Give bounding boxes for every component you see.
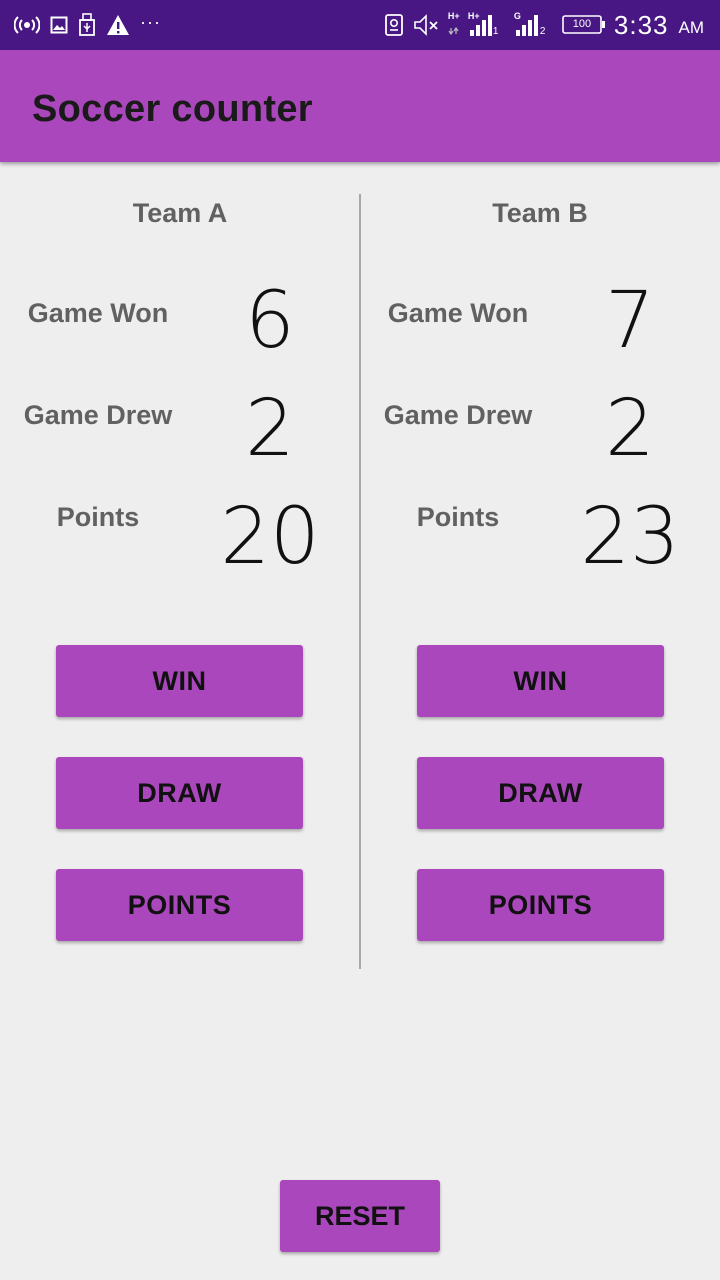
clock-time: 3:33 — [613, 9, 669, 40]
warning-icon — [106, 12, 130, 38]
team-a-drew-label: Game Drew — [23, 400, 173, 430]
team-b-name: Team B — [492, 198, 588, 228]
hotspot-icon — [14, 12, 40, 38]
team-a-won-value: 6 — [245, 276, 295, 366]
team-b-drew-label: Game Drew — [383, 400, 533, 430]
team-b-points-label: Points — [416, 502, 500, 532]
team-a-won-label: Game Won — [27, 298, 169, 328]
app-bar: Soccer counter — [0, 50, 720, 162]
team-b-won-value: 7 — [605, 276, 655, 366]
status-left-icons: ··· — [14, 12, 161, 38]
usb-icon — [78, 12, 96, 38]
signal-sim1-icon: H+ H+ 1 — [447, 11, 499, 38]
overflow-notifications: ··· — [140, 12, 161, 32]
team-a-win-button[interactable]: WIN — [56, 645, 303, 717]
team-a-panel: Team A Game Won 6 Game Drew 2 Points 20 … — [0, 162, 360, 982]
status-bar: ··· H+ H+ 1 G 2 100 3:33 AM — [0, 0, 720, 50]
image-icon — [50, 12, 68, 38]
team-a-draw-button[interactable]: DRAW — [56, 757, 303, 829]
team-b-won-label: Game Won — [387, 298, 529, 328]
signal-sim2-icon: G 2 — [513, 11, 546, 38]
team-b-drew-value: 2 — [605, 384, 655, 474]
status-right-icons: H+ H+ 1 G 2 100 3:33 AM — [384, 8, 704, 42]
team-a-points-value: 20 — [220, 492, 320, 582]
mute-icon — [412, 12, 440, 38]
screenshot-icon — [384, 12, 404, 38]
team-a-name: Team A — [132, 198, 228, 228]
app-title: Soccer counter — [32, 88, 313, 130]
clock-ampm: AM — [678, 18, 705, 37]
battery-icon: 100 — [562, 12, 606, 38]
team-b-panel: Team B Game Won 7 Game Drew 2 Points 23 … — [360, 162, 720, 982]
team-b-points-button[interactable]: POINTS — [417, 869, 664, 941]
reset-button[interactable]: RESET — [280, 1180, 440, 1252]
team-b-draw-button[interactable]: DRAW — [417, 757, 664, 829]
team-a-points-label: Points — [56, 502, 140, 532]
team-b-points-value: 23 — [580, 492, 680, 582]
team-a-points-button[interactable]: POINTS — [56, 869, 303, 941]
team-a-drew-value: 2 — [245, 384, 295, 474]
team-b-win-button[interactable]: WIN — [417, 645, 664, 717]
